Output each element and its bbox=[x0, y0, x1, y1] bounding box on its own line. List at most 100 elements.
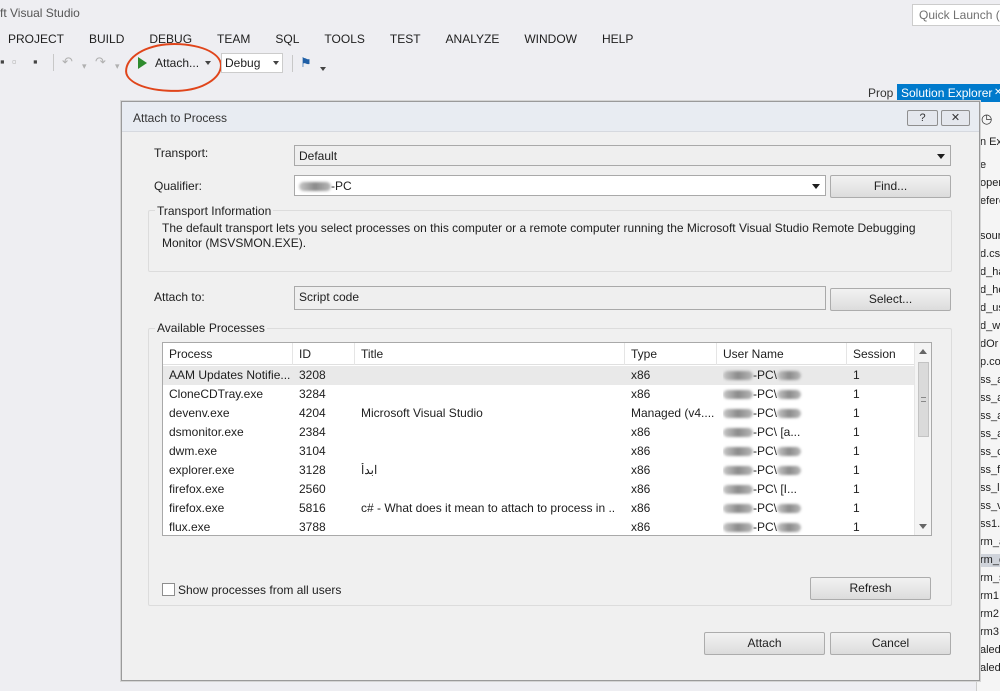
grip-icon bbox=[921, 397, 926, 402]
process-session: 1 bbox=[853, 425, 860, 439]
process-user: -PC\ bbox=[723, 463, 843, 478]
solution-explorer-item[interactable]: eferen bbox=[980, 195, 1000, 208]
solution-explorer-item[interactable]: ss_a bbox=[980, 374, 1000, 387]
quick-launch-input[interactable]: Quick Launch (C bbox=[912, 4, 1000, 26]
column-header-session[interactable]: Session bbox=[847, 343, 915, 365]
save-all-icon[interactable]: ▪ bbox=[33, 54, 38, 70]
undo-icon[interactable]: ↶ bbox=[62, 54, 73, 70]
solution-explorer-item[interactable]: aled bbox=[980, 644, 1000, 657]
show-all-users-checkbox[interactable] bbox=[162, 583, 175, 596]
scrollbar-thumb[interactable] bbox=[918, 362, 929, 437]
column-header-type[interactable]: Type bbox=[625, 343, 717, 365]
select-button[interactable]: Select... bbox=[830, 288, 951, 311]
solution-explorer-item[interactable]: ss_l bbox=[980, 482, 1000, 495]
table-row[interactable]: explorer.exe 3128 ابدأ x86 -PC\ 1 bbox=[163, 461, 915, 480]
toolbar-overflow-icon[interactable] bbox=[320, 67, 326, 71]
process-list[interactable]: Process ID Title Type User Name Session … bbox=[162, 342, 932, 536]
menu-sql[interactable]: SQL bbox=[275, 30, 299, 50]
show-all-users-label[interactable]: Show processes from all users bbox=[178, 583, 341, 597]
solution-explorer-item[interactable]: d_w bbox=[980, 320, 1000, 333]
menu-tools[interactable]: TOOLS bbox=[324, 30, 364, 50]
close-icon[interactable]: ✕ bbox=[994, 84, 1000, 102]
solution-explorer-item[interactable]: oper bbox=[980, 177, 1000, 190]
save-disabled-icon[interactable]: ▫ bbox=[12, 54, 17, 70]
solution-explorer-item[interactable]: ss_a bbox=[980, 392, 1000, 405]
solution-explorer-item[interactable]: d_ha bbox=[980, 266, 1000, 279]
solution-explorer-item[interactable]: dOr bbox=[980, 338, 998, 351]
table-row[interactable]: firefox.exe 2560 x86 -PC\ [I... 1 bbox=[163, 480, 915, 499]
tab-solution-explorer[interactable]: Solution Explorer ✕ bbox=[897, 84, 1000, 102]
undo-dropdown-icon[interactable]: ▾ bbox=[82, 58, 87, 74]
solution-explorer-item-selected[interactable]: rm_c bbox=[980, 554, 1000, 567]
transport-value: Default bbox=[299, 149, 338, 163]
redo-icon[interactable]: ↷ bbox=[95, 54, 106, 70]
table-row[interactable]: CloneCDTray.exe 3284 x86 -PC\ 1 bbox=[163, 385, 915, 404]
table-row[interactable]: AAM Updates Notifie... 3208 x86 -PC\ 1 bbox=[163, 366, 915, 385]
solution-explorer-item[interactable]: d_us bbox=[980, 302, 1000, 315]
help-button[interactable]: ? bbox=[907, 110, 938, 126]
menu-analyze[interactable]: ANALYZE bbox=[446, 30, 500, 50]
solution-explorer-item[interactable]: ss_a bbox=[980, 410, 1000, 423]
refresh-button[interactable]: Refresh bbox=[810, 577, 931, 600]
process-name: firefox.exe bbox=[169, 482, 225, 496]
save-icon[interactable]: ▪ bbox=[0, 54, 5, 70]
solution-explorer-item[interactable]: n Exp bbox=[980, 136, 1000, 149]
solution-explorer-item[interactable]: e bbox=[980, 159, 986, 172]
transport-select[interactable]: Default bbox=[294, 145, 951, 166]
process-user: -PC\ bbox=[723, 501, 843, 516]
debug-target-icon[interactable]: ⚑ bbox=[300, 55, 312, 71]
column-header-id[interactable]: ID bbox=[293, 343, 355, 365]
scroll-down-icon[interactable] bbox=[919, 524, 927, 529]
solution-explorer-item[interactable]: ss1. bbox=[980, 518, 1000, 531]
solution-explorer-item[interactable]: ss_v bbox=[980, 500, 1000, 513]
redo-dropdown-icon[interactable]: ▾ bbox=[115, 58, 120, 74]
process-session: 1 bbox=[853, 387, 860, 401]
close-button[interactable]: ✕ bbox=[941, 110, 970, 126]
chevron-down-icon bbox=[937, 154, 945, 159]
menu-team[interactable]: TEAM bbox=[217, 30, 250, 50]
solution-configuration-dropdown[interactable]: Debug bbox=[221, 53, 283, 73]
attach-to-label: Attach to: bbox=[154, 290, 205, 304]
scroll-up-icon[interactable] bbox=[919, 349, 927, 354]
solution-explorer-item[interactable]: p.co bbox=[980, 356, 1000, 369]
menu-project[interactable]: PROJECT bbox=[8, 30, 64, 50]
process-session: 1 bbox=[853, 482, 860, 496]
attach-confirm-button[interactable]: Attach bbox=[704, 632, 825, 655]
table-row[interactable]: firefox.exe 5816 c# - What does it mean … bbox=[163, 499, 915, 518]
table-row[interactable]: dwm.exe 3104 x86 -PC\ 1 bbox=[163, 442, 915, 461]
solution-explorer-item[interactable]: rm_a bbox=[980, 536, 1000, 549]
solution-explorer-item[interactable]: ss_a bbox=[980, 428, 1000, 441]
process-list-scrollbar[interactable] bbox=[914, 343, 931, 535]
cancel-button[interactable]: Cancel bbox=[830, 632, 951, 655]
solution-explorer-item[interactable]: rm3 bbox=[980, 626, 999, 639]
table-row[interactable]: flux.exe 3788 x86 -PC\ 1 bbox=[163, 518, 915, 535]
solution-explorer-item[interactable]: rm_s bbox=[980, 572, 1000, 585]
column-header-title[interactable]: Title bbox=[355, 343, 625, 365]
menu-window[interactable]: WINDOW bbox=[524, 30, 577, 50]
solution-explorer-item[interactable]: d_hc bbox=[980, 284, 1000, 297]
solution-explorer-item[interactable]: aled bbox=[980, 662, 1000, 675]
attach-to-process-dialog: Attach to Process ? ✕ Transport: Default… bbox=[121, 101, 980, 681]
process-id: 3208 bbox=[299, 368, 326, 382]
process-id: 3788 bbox=[299, 520, 326, 534]
menu-build[interactable]: BUILD bbox=[89, 30, 124, 50]
solution-explorer-item[interactable]: ss_f bbox=[980, 464, 1000, 477]
column-header-process[interactable]: Process bbox=[163, 343, 293, 365]
process-name: dwm.exe bbox=[169, 444, 218, 458]
find-button[interactable]: Find... bbox=[830, 175, 951, 198]
solution-explorer-item[interactable]: rm2 bbox=[980, 608, 999, 621]
process-user: -PC\ bbox=[723, 406, 843, 421]
solution-explorer-item[interactable]: d.cs bbox=[980, 248, 1000, 261]
table-row[interactable]: devenv.exe 4204 Microsoft Visual Studio … bbox=[163, 404, 915, 423]
column-header-user-name[interactable]: User Name bbox=[717, 343, 847, 365]
solution-explorer-item[interactable]: sour bbox=[980, 230, 1000, 243]
tab-properties[interactable]: Prop bbox=[868, 85, 893, 102]
table-row[interactable]: dsmonitor.exe 2384 x86 -PC\ [a... 1 bbox=[163, 423, 915, 442]
solution-explorer-item[interactable]: rm1 bbox=[980, 590, 999, 603]
qualifier-combobox[interactable]: -PC bbox=[294, 175, 826, 196]
process-user: -PC\ bbox=[723, 387, 843, 402]
solution-explorer-item[interactable]: ss_c bbox=[980, 446, 1000, 459]
menu-test[interactable]: TEST bbox=[390, 30, 421, 50]
history-icon[interactable]: ◷ bbox=[981, 111, 992, 127]
menu-help[interactable]: HELP bbox=[602, 30, 633, 50]
